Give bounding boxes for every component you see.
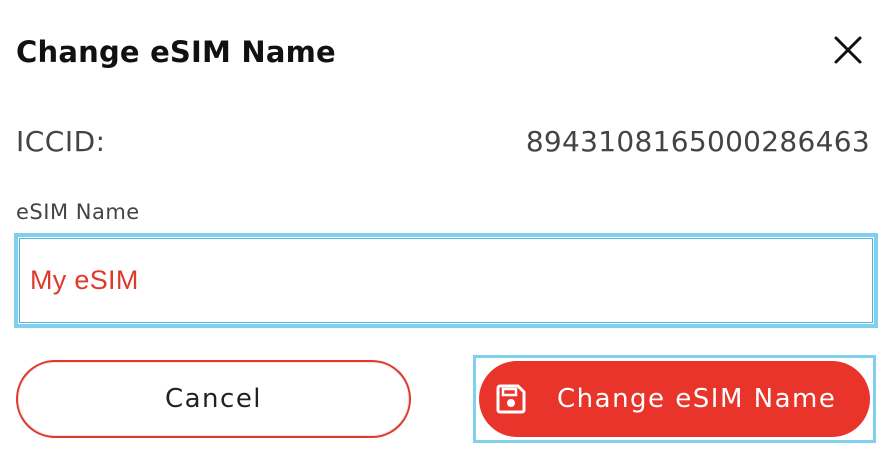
close-button[interactable] [826,30,870,74]
esim-name-label: eSIM Name [16,200,140,224]
iccid-value: 8943108165000286463 [525,125,870,158]
esim-name-input[interactable] [14,233,878,328]
save-icon [495,383,527,415]
change-esim-name-label: Change eSIM Name [557,384,837,414]
iccid-label: ICCID: [16,125,106,158]
submit-button-focus-ring: Change eSIM Name [473,355,876,443]
close-icon[interactable] [833,35,863,69]
change-esim-name-dialog: Change eSIM Name ICCID: 8943108165000286… [0,0,894,454]
cancel-button[interactable]: Cancel [16,360,411,438]
dialog-title: Change eSIM Name [16,35,336,69]
change-esim-name-button[interactable]: Change eSIM Name [479,361,870,437]
